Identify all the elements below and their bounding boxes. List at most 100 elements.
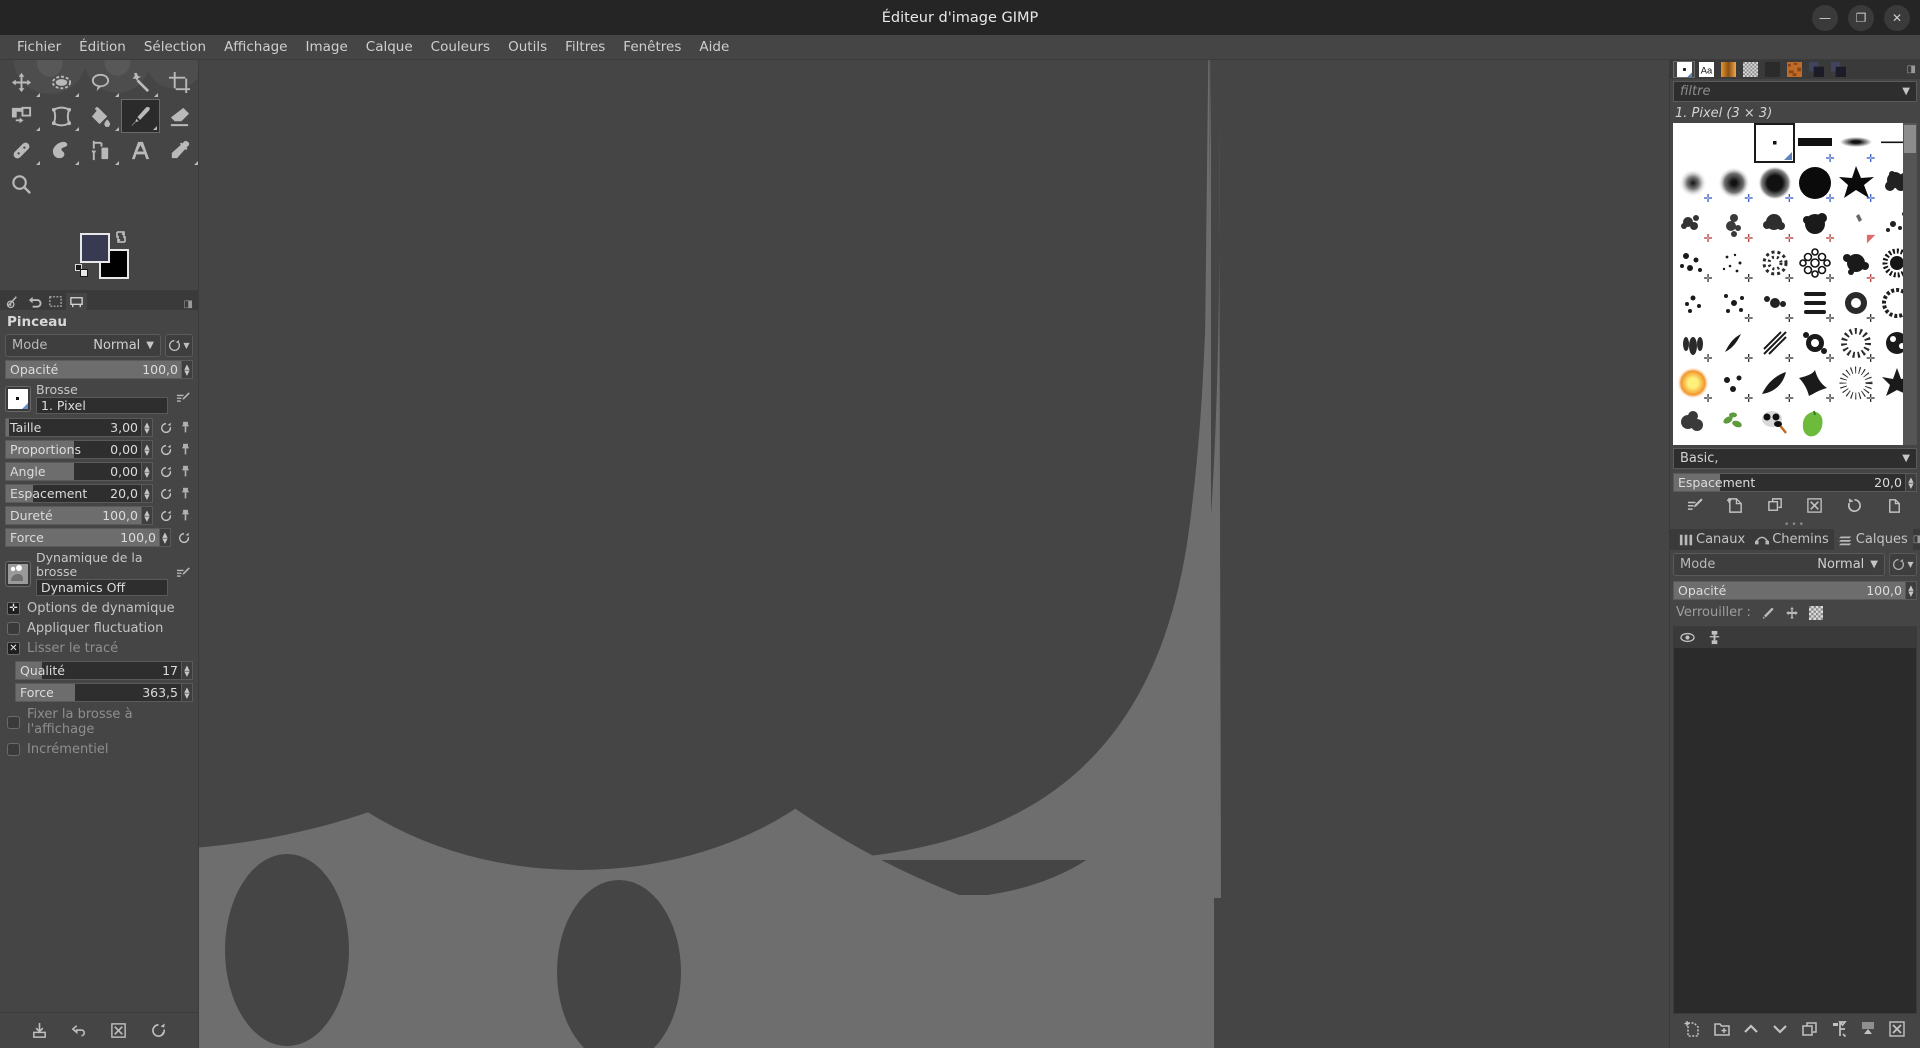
tab-paths[interactable]: Chemins [1750,529,1834,550]
paintbrush-tool[interactable] [120,99,160,133]
brush-cell[interactable]: ✛ [1754,243,1795,284]
reset-mode-button[interactable]: ▼ [165,334,193,357]
pin-hardness-icon[interactable] [177,507,193,525]
brush-cell[interactable]: ◤ [1836,203,1877,244]
pin-aspect-icon[interactable] [177,441,193,459]
hardness-stepper[interactable]: ▲ ▼ [142,506,153,525]
aspect-stepper[interactable]: ▲ ▼ [142,440,153,459]
brush-value[interactable]: 1. Pixel [36,397,168,414]
menu-couleurs[interactable]: Couleurs [422,37,499,57]
brush-cell[interactable]: ✛ [1754,283,1795,324]
delete-layer-button[interactable] [1888,1020,1906,1042]
brush-cell[interactable]: ✛ [1836,283,1877,324]
brush-cell[interactable]: ✛ [1673,243,1714,284]
free-select-tool[interactable] [81,65,121,99]
quality-slider[interactable]: Qualité 17 [15,661,182,680]
smooth-stroke-checkbox[interactable]: ✕ Lisser le tracé [7,641,191,656]
pin-spacing-icon[interactable] [177,485,193,503]
reset-force-icon[interactable] [175,529,193,547]
dynamics-value[interactable]: Dynamics Off [36,579,168,596]
brush-cell[interactable]: ✛ [1795,363,1836,404]
menu-selection[interactable]: Sélection [135,37,215,57]
visibility-icon[interactable] [1674,630,1701,645]
layer-list[interactable] [1673,626,1917,1014]
warp-transform-tool[interactable] [42,99,82,133]
brush-cell[interactable] [1673,403,1714,443]
brush-cell-selected[interactable] [1754,123,1795,163]
reset-spacing-icon[interactable] [157,485,175,503]
angle-stepper[interactable]: ▲ ▼ [142,462,153,481]
pin-size-icon[interactable] [177,419,193,437]
apply-jitter-checkbox[interactable]: Appliquer fluctuation [7,621,191,636]
spacing-stepper[interactable]: ▲ ▼ [142,484,153,503]
smooth-force-stepper[interactable]: ▲ ▼ [182,683,193,702]
duplicate-brush-button[interactable] [1767,497,1784,518]
menu-image[interactable]: Image [296,37,356,57]
menu-outils[interactable]: Outils [499,37,556,57]
brush-spacing-stepper[interactable]: ▲ ▼ [1906,473,1917,492]
bucket-fill-tool[interactable] [81,99,121,133]
dynamics-options-expander[interactable]: ✛ Options de dynamique [7,601,191,616]
size-slider[interactable]: Taille 3,00 [5,418,142,437]
opacity-stepper[interactable]: ▲ ▼ [182,360,193,379]
brushes-tab[interactable] [1673,61,1695,78]
brush-cell[interactable] [1714,123,1755,163]
open-brush-as-image-button[interactable] [1886,497,1903,518]
patterns-tab[interactable] [1739,61,1761,78]
brush-cell[interactable]: ✛ [1714,203,1755,244]
reset-angle-icon[interactable] [157,463,175,481]
brush-cell[interactable] [1714,403,1755,443]
brush-cell[interactable]: ✛ [1836,323,1877,364]
brush-cell[interactable]: ✛ [1795,283,1836,324]
quality-stepper[interactable]: ▲ ▼ [182,661,193,680]
brush-cell[interactable]: ✛ [1754,363,1795,404]
brush-cell[interactable]: ✛ [1714,243,1755,284]
heal-tool[interactable] [2,133,42,167]
move-tool[interactable] [2,65,42,99]
ellipse-select-tool[interactable] [42,65,82,99]
raise-layer-button[interactable] [1742,1020,1760,1042]
paint-mode-select[interactable]: Mode Normal ▼ [5,334,161,357]
brush-cell[interactable]: ✛ [1836,363,1877,404]
duplicate-layer-button[interactable] [1801,1020,1819,1042]
images-tab[interactable] [45,293,66,310]
layer-opacity-slider[interactable]: Opacité 100,0 [1673,581,1906,600]
device-status-tab[interactable] [3,293,24,310]
opacity-slider[interactable]: Opacité 100,0 [5,360,182,379]
clone-tool[interactable] [81,133,121,167]
new-layer-button[interactable] [1684,1020,1702,1042]
menu-edition[interactable]: Édition [70,37,135,57]
incremental-checkbox[interactable]: Incrémentiel [7,742,191,757]
reset-tool-options-button[interactable] [150,1022,167,1039]
brush-cell[interactable] [1673,123,1714,163]
size-stepper[interactable]: ▲ ▼ [142,418,153,437]
eraser-tool[interactable] [160,99,200,133]
brush-cell[interactable]: ✛ [1673,363,1714,404]
edit-dynamics-icon[interactable] [173,564,193,584]
layer-mode-select[interactable]: Mode Normal ▼ [1673,553,1885,576]
brush-grid-scrollbar[interactable] [1903,123,1917,445]
unified-transform-tool[interactable] [2,99,42,133]
textures-tab[interactable] [1783,61,1805,78]
brush-cell[interactable] [1836,403,1877,443]
smooth-force-slider[interactable]: Force 363,5 [15,683,182,702]
brush-cell[interactable]: ✛ [1714,363,1755,404]
zoom-tool[interactable] [2,167,42,201]
dock-menu-icon[interactable]: ◨ [184,299,193,310]
menu-fenetres[interactable]: Fenêtres [614,37,690,57]
scrollbar-thumb[interactable] [1904,125,1916,153]
brush-spacing-slider[interactable]: Espacement 20,0 [1673,473,1906,492]
crop-tool[interactable] [160,65,200,99]
anchor-layer-button[interactable] [1830,1020,1848,1042]
force-stepper[interactable]: ▲ ▼ [160,528,171,547]
gradients-tab[interactable] [1717,61,1739,78]
brush-cell[interactable]: ✛ [1836,163,1877,204]
foreground-color-swatch[interactable] [80,233,110,263]
tool-options-tab[interactable] [66,293,87,310]
brush-cell[interactable]: ✛ [1795,323,1836,364]
merge-down-button[interactable] [1859,1020,1877,1042]
hardness-slider[interactable]: Dureté 100,0 [5,506,142,525]
undo-history-tab[interactable] [24,293,45,310]
menu-affichage[interactable]: Affichage [215,37,296,57]
restore-tool-preset-button[interactable] [71,1022,88,1039]
